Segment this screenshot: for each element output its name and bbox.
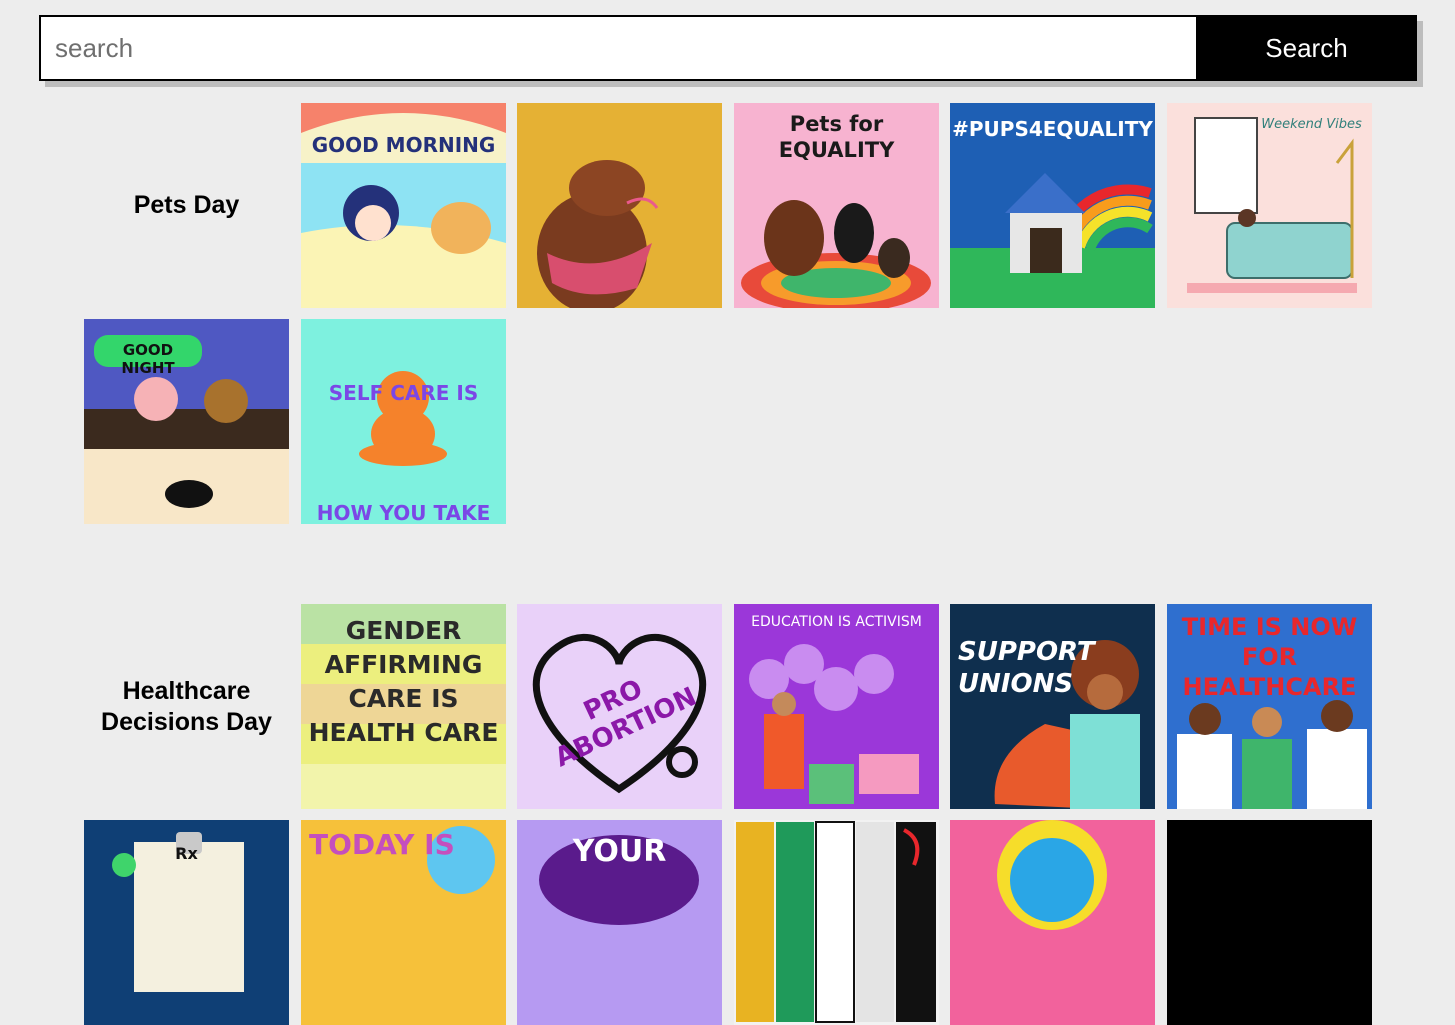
gif-tile[interactable]: Weekend Vibes [1167,103,1372,308]
gif-tile[interactable] [1167,820,1372,1025]
tile-caption: GOOD MORNING [311,133,496,157]
gif-tile[interactable]: EDUCATION IS ACTIVISM [734,604,939,809]
search-bar: Search [39,15,1417,81]
gif-tile[interactable]: GOOD NIGHT [84,319,289,524]
gif-tile[interactable] [734,820,939,1025]
tile-caption: SELF CARE IS HOW YOU TAKE YOUR POWER BAC… [316,381,491,524]
tile-caption: Pets for EQUALITY [778,112,895,162]
tile-caption: YOUR [572,834,667,869]
tile-caption: TODAY IS [309,828,455,861]
gif-tile[interactable]: SELF CARE IS HOW YOU TAKE YOUR POWER BAC… [301,319,506,524]
tile-ears-art [734,820,939,1025]
gif-tile[interactable]: #PUPS4EQUALITY [950,103,1155,308]
tile-badge-art [950,820,1155,1025]
section-title-healthcare-decisions-day: Healthcare Decisions Day [101,676,272,736]
tile-caption: GOOD NIGHT [121,341,175,377]
gif-tile[interactable]: GOOD MORNING [301,103,506,308]
search-input[interactable] [39,15,1196,81]
gif-tile[interactable] [950,820,1155,1025]
tile-black-art [1167,820,1372,1025]
tile-dog-art [517,103,722,308]
gif-tile[interactable]: YOUR [517,820,722,1025]
section-title-pets-day: Pets Day [133,191,240,219]
tile-support-unions-art [950,604,1155,809]
tile-weekend-vibes-art [1167,103,1372,308]
gif-tile[interactable]: PRO ABORTION [517,604,722,809]
search-button[interactable]: Search [1196,15,1417,81]
tile-caption: #PUPS4EQUALITY [952,117,1153,141]
gif-tile[interactable]: TIME IS NOW FOR HEALTHCARE [1167,604,1372,809]
gif-tile[interactable]: GENDER AFFIRMING CARE IS HEALTH CARE [301,604,506,809]
tile-caption: Rx [175,844,198,863]
gif-tile[interactable]: SUPPORT UNIONS [950,604,1155,809]
tile-caption: TIME IS NOW FOR HEALTHCARE [1181,613,1358,701]
gif-tile[interactable] [517,103,722,308]
tile-education-activism-art [734,604,939,809]
tile-caption: GENDER AFFIRMING CARE IS HEALTH CARE [308,616,499,747]
tile-caption: Weekend Vibes [1261,117,1362,132]
gif-tile[interactable]: Rx [84,820,289,1025]
tile-caption: EDUCATION IS ACTIVISM [751,614,922,630]
gif-tile[interactable]: Pets for EQUALITY [734,103,939,308]
tile-caption: SUPPORT UNIONS [958,637,1095,699]
gif-tile[interactable]: TODAY IS [301,820,506,1025]
